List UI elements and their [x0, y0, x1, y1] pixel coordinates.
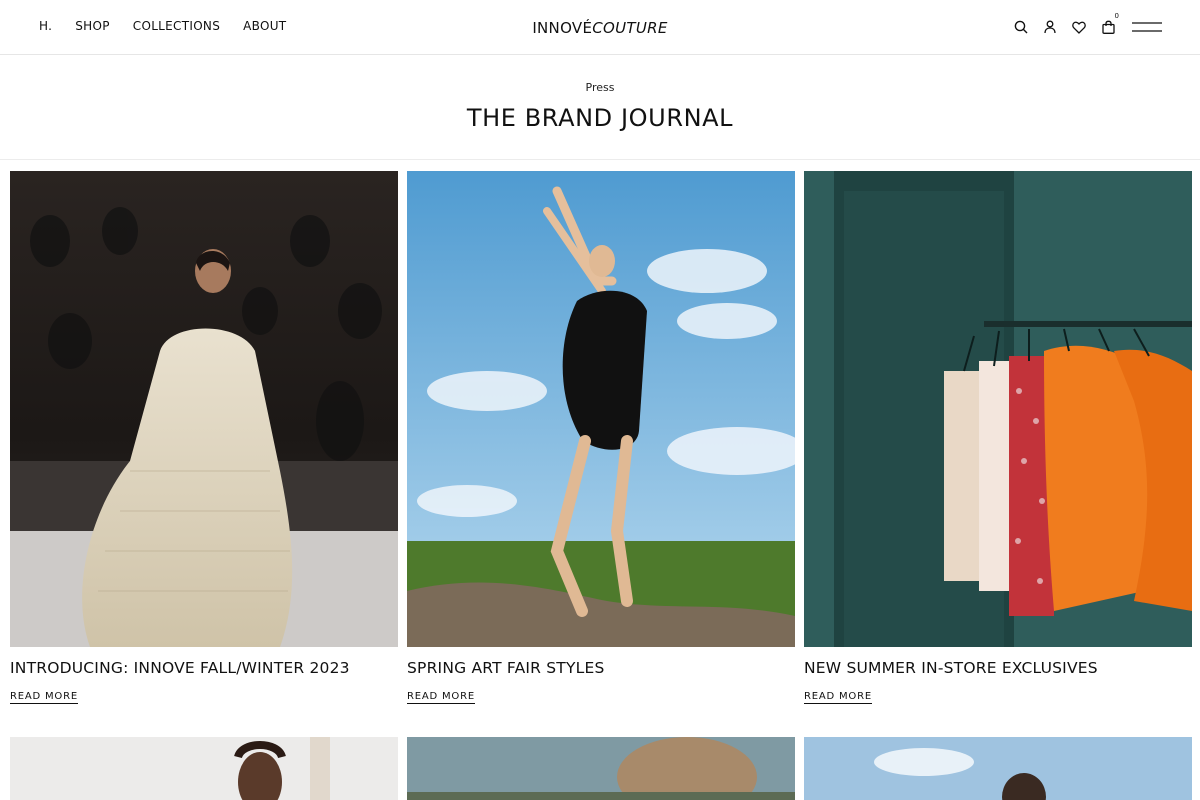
- search-icon[interactable]: [1012, 17, 1030, 37]
- bag-icon[interactable]: 0: [1099, 13, 1119, 37]
- user-icon[interactable]: [1041, 17, 1059, 37]
- article-image[interactable]: [804, 737, 1192, 800]
- article-image[interactable]: [804, 171, 1192, 647]
- header-actions: 0: [1001, 13, 1163, 37]
- article-image[interactable]: [10, 737, 398, 800]
- page-eyebrow: Press: [585, 81, 615, 94]
- read-more-link[interactable]: READ MORE: [804, 691, 872, 704]
- article-title[interactable]: INTRODUCING: INNOVE FALL/WINTER 2023: [10, 659, 350, 677]
- article-image[interactable]: [407, 737, 795, 800]
- heart-icon[interactable]: [1070, 17, 1088, 37]
- logo-word-innove: INNOVÉ: [532, 19, 593, 37]
- article-card: SPRING ART FAIR STYLES READ MORE: [407, 171, 795, 704]
- cart-count: 0: [1114, 12, 1119, 20]
- page-title: THE BRAND JOURNAL: [466, 104, 734, 132]
- read-more-link[interactable]: READ MORE: [407, 691, 475, 704]
- article-title[interactable]: NEW SUMMER IN-STORE EXCLUSIVES: [804, 659, 1098, 677]
- site-header: H. SHOP COLLECTIONS ABOUT INNOVÉCOUTURE …: [0, 0, 1200, 55]
- logo-word-couture: COUTURE: [592, 19, 668, 37]
- page-header: Press THE BRAND JOURNAL: [0, 56, 1200, 160]
- article-image[interactable]: [10, 171, 398, 647]
- menu-icon[interactable]: [1131, 17, 1163, 37]
- article-image[interactable]: [407, 171, 795, 647]
- article-title[interactable]: SPRING ART FAIR STYLES: [407, 659, 605, 677]
- article-card: NEW SUMMER IN-STORE EXCLUSIVES READ MORE: [804, 171, 1192, 704]
- article-card: INTRODUCING: INNOVE FALL/WINTER 2023 REA…: [10, 171, 398, 704]
- read-more-link[interactable]: READ MORE: [10, 691, 78, 704]
